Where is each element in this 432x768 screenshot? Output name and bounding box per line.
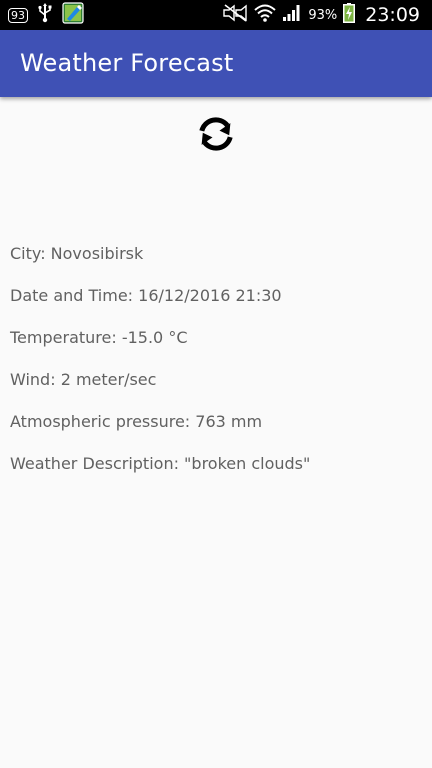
signal-icon: [282, 4, 302, 27]
status-bar: 93 93% 23:09: [0, 0, 432, 30]
status-bar-right: 93% 23:09: [222, 0, 420, 30]
weather-info-list: City: Novosibirsk Date and Time: 16/12/2…: [10, 240, 310, 492]
notification-count-badge: 93: [8, 7, 28, 23]
battery-charging-icon: [343, 2, 356, 28]
app-title: Weather Forecast: [20, 49, 234, 77]
datetime-text: Date and Time: 16/12/2016 21:30: [10, 286, 282, 305]
refresh-button[interactable]: [191, 109, 241, 163]
mute-icon: [222, 3, 248, 27]
app-notification-icon: [62, 1, 84, 29]
status-clock: 23:09: [365, 4, 420, 26]
refresh-icon: [194, 108, 238, 165]
battery-percent: 93%: [308, 7, 338, 23]
app-bar: Weather Forecast: [0, 30, 432, 97]
temperature-text: Temperature: -15.0 °C: [10, 328, 188, 347]
description-text: Weather Description: "broken clouds": [10, 454, 311, 473]
pressure-text: Atmospheric pressure: 763 mm: [10, 412, 263, 431]
wind-text: Wind: 2 meter/sec: [10, 370, 157, 389]
status-bar-left: 93: [8, 0, 84, 30]
usb-icon: [38, 2, 52, 28]
wifi-icon: [254, 4, 276, 27]
city-text: City: Novosibirsk: [10, 244, 144, 263]
